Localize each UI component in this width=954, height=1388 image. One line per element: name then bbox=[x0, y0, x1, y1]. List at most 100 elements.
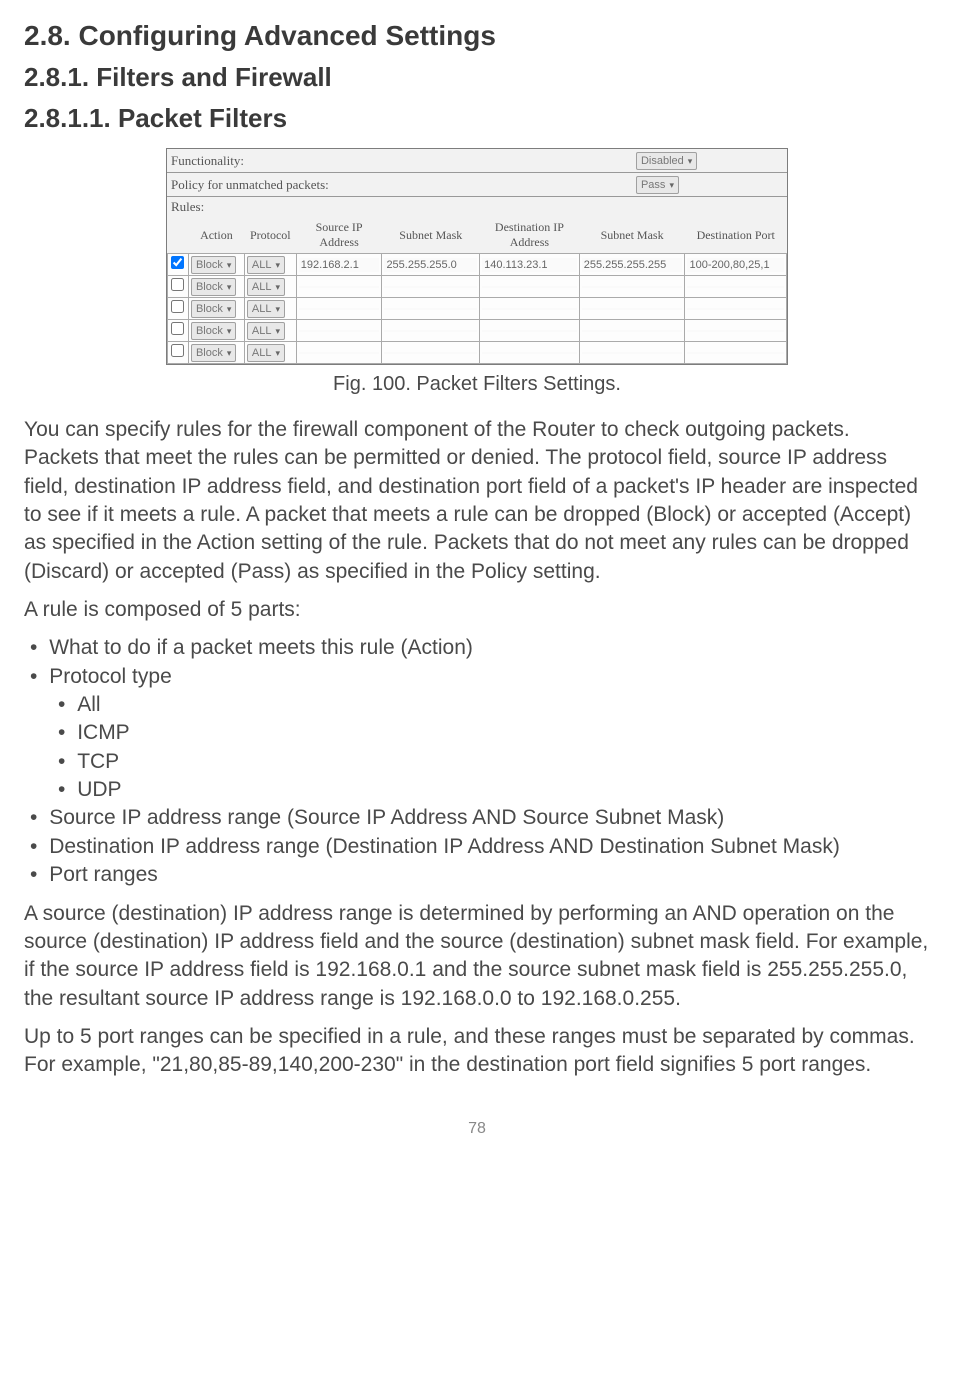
protocol-dropdown[interactable]: ALL▾ bbox=[247, 256, 285, 274]
rule-checkbox[interactable] bbox=[171, 278, 184, 291]
page-number: 78 bbox=[24, 1120, 930, 1138]
rule-row: Block▾ ALL▾ bbox=[168, 342, 787, 364]
paragraph-4: Up to 5 port ranges can be specified in … bbox=[24, 1023, 930, 1080]
chevron-down-icon: ▾ bbox=[227, 282, 232, 293]
dest-port-input[interactable] bbox=[687, 308, 784, 310]
list-item: All bbox=[80, 691, 930, 719]
col-subnet-mask-1: Subnet Mask bbox=[382, 217, 480, 254]
col-protocol: Protocol bbox=[244, 217, 296, 254]
action-value: Block bbox=[196, 347, 223, 359]
dest-port-input[interactable]: 100-200,80,25,1 bbox=[687, 258, 784, 272]
paragraph-2: A rule is composed of 5 parts: bbox=[24, 596, 930, 624]
protocol-dropdown[interactable]: ALL▾ bbox=[247, 278, 285, 296]
action-value: Block bbox=[196, 259, 223, 271]
subsubsection-heading: 2.8.1.1. Packet Filters bbox=[24, 103, 930, 134]
action-dropdown[interactable]: Block ▾ bbox=[191, 344, 236, 362]
rule-row: Block▾ ALL▾ bbox=[168, 298, 787, 320]
dest-ip-input[interactable] bbox=[482, 330, 577, 332]
col-checkbox bbox=[168, 217, 189, 254]
rule-checkbox[interactable] bbox=[171, 344, 184, 357]
figure-caption: Fig. 100. Packet Filters Settings. bbox=[333, 373, 621, 396]
dest-subnet-mask-input[interactable] bbox=[582, 308, 683, 310]
subnet-mask-input[interactable] bbox=[384, 352, 477, 354]
protocol-value: ALL bbox=[252, 347, 272, 359]
dest-subnet-mask-input[interactable] bbox=[582, 330, 683, 332]
action-dropdown[interactable]: Block ▾ bbox=[191, 300, 236, 318]
protocol-dropdown[interactable]: ALL▾ bbox=[247, 344, 285, 362]
chevron-down-icon: ▾ bbox=[688, 156, 693, 167]
action-dropdown[interactable]: Block ▾ bbox=[191, 322, 236, 340]
protocol-dropdown[interactable]: ALL▾ bbox=[247, 322, 285, 340]
subnet-mask-input[interactable]: 255.255.255.0 bbox=[384, 258, 477, 272]
action-dropdown[interactable]: Block ▾ bbox=[191, 278, 236, 296]
chevron-down-icon: ▾ bbox=[275, 326, 280, 337]
source-ip-input[interactable] bbox=[299, 308, 380, 310]
col-dest-port: Destination Port bbox=[685, 217, 787, 254]
action-value: Block bbox=[196, 325, 223, 337]
rule-checkbox[interactable] bbox=[171, 300, 184, 313]
dest-subnet-mask-input[interactable] bbox=[582, 286, 683, 288]
rule-row: Block▾ ALL▾ 192.168.2.1 255.255.255.0 14… bbox=[168, 254, 787, 276]
dest-port-input[interactable] bbox=[687, 330, 784, 332]
policy-label: Policy for unmatched packets: bbox=[167, 173, 632, 197]
rule-checkbox[interactable] bbox=[171, 256, 184, 269]
chevron-down-icon: ▾ bbox=[227, 348, 232, 359]
functionality-label: Functionality: bbox=[167, 149, 632, 173]
source-ip-input[interactable] bbox=[299, 330, 380, 332]
list-item-label: Protocol type bbox=[49, 665, 172, 688]
chevron-down-icon: ▾ bbox=[227, 304, 232, 315]
col-dest-ip: Destination IP Address bbox=[480, 217, 580, 254]
source-ip-input[interactable] bbox=[299, 352, 380, 354]
chevron-down-icon: ▾ bbox=[669, 180, 674, 191]
chevron-down-icon: ▾ bbox=[227, 326, 232, 337]
dest-ip-input[interactable] bbox=[482, 308, 577, 310]
col-action: Action bbox=[188, 217, 244, 254]
policy-dropdown[interactable]: Pass ▾ bbox=[636, 176, 679, 194]
col-subnet-mask-2: Subnet Mask bbox=[579, 217, 685, 254]
source-ip-input[interactable] bbox=[299, 286, 380, 288]
list-item: What to do if a packet meets this rule (… bbox=[52, 634, 930, 662]
list-item: TCP bbox=[80, 748, 930, 776]
protocol-value: ALL bbox=[252, 325, 272, 337]
paragraph-3: A source (destination) IP address range … bbox=[24, 900, 930, 1013]
rule-row: Block▾ ALL▾ bbox=[168, 276, 787, 298]
chevron-down-icon: ▾ bbox=[275, 260, 280, 271]
rule-checkbox[interactable] bbox=[171, 322, 184, 335]
list-item: Destination IP address range (Destinatio… bbox=[52, 833, 930, 861]
rules-label: Rules: bbox=[167, 197, 787, 218]
protocol-value: ALL bbox=[252, 281, 272, 293]
parts-list: What to do if a packet meets this rule (… bbox=[24, 634, 930, 889]
action-dropdown[interactable]: Block▾ bbox=[191, 256, 236, 274]
functionality-value: Disabled bbox=[641, 155, 684, 167]
subnet-mask-input[interactable] bbox=[384, 308, 477, 310]
functionality-dropdown[interactable]: Disabled ▾ bbox=[636, 152, 697, 170]
protocol-dropdown[interactable]: ALL▾ bbox=[247, 300, 285, 318]
action-value: Block bbox=[196, 281, 223, 293]
dest-ip-input[interactable] bbox=[482, 352, 577, 354]
chevron-down-icon: ▾ bbox=[275, 282, 280, 293]
dest-subnet-mask-input[interactable] bbox=[582, 352, 683, 354]
protocol-value: ALL bbox=[252, 303, 272, 315]
dest-subnet-mask-input[interactable]: 255.255.255.255 bbox=[582, 258, 683, 272]
dest-ip-input[interactable]: 140.113.23.1 bbox=[482, 258, 577, 272]
dest-port-input[interactable] bbox=[687, 286, 784, 288]
section-heading: 2.8. Configuring Advanced Settings bbox=[24, 20, 930, 52]
rule-row: Block▾ ALL▾ bbox=[168, 320, 787, 342]
list-item: Source IP address range (Source IP Addre… bbox=[52, 804, 930, 832]
protocol-sublist: All ICMP TCP UDP bbox=[52, 691, 930, 804]
list-item: UDP bbox=[80, 776, 930, 804]
subnet-mask-input[interactable] bbox=[384, 286, 477, 288]
dest-port-input[interactable] bbox=[687, 352, 784, 354]
packet-filters-panel: Functionality: Disabled ▾ Policy for unm… bbox=[166, 148, 788, 365]
action-value: Block bbox=[196, 303, 223, 315]
chevron-down-icon: ▾ bbox=[275, 304, 280, 315]
col-source-ip: Source IP Address bbox=[296, 217, 382, 254]
subnet-mask-input[interactable] bbox=[384, 330, 477, 332]
dest-ip-input[interactable] bbox=[482, 286, 577, 288]
list-item: Port ranges bbox=[52, 861, 930, 889]
list-item: ICMP bbox=[80, 719, 930, 747]
source-ip-input[interactable]: 192.168.2.1 bbox=[299, 258, 380, 272]
subsection-heading: 2.8.1. Filters and Firewall bbox=[24, 62, 930, 93]
figure-wrapper: Functionality: Disabled ▾ Policy for unm… bbox=[24, 148, 930, 406]
chevron-down-icon: ▾ bbox=[275, 348, 280, 359]
